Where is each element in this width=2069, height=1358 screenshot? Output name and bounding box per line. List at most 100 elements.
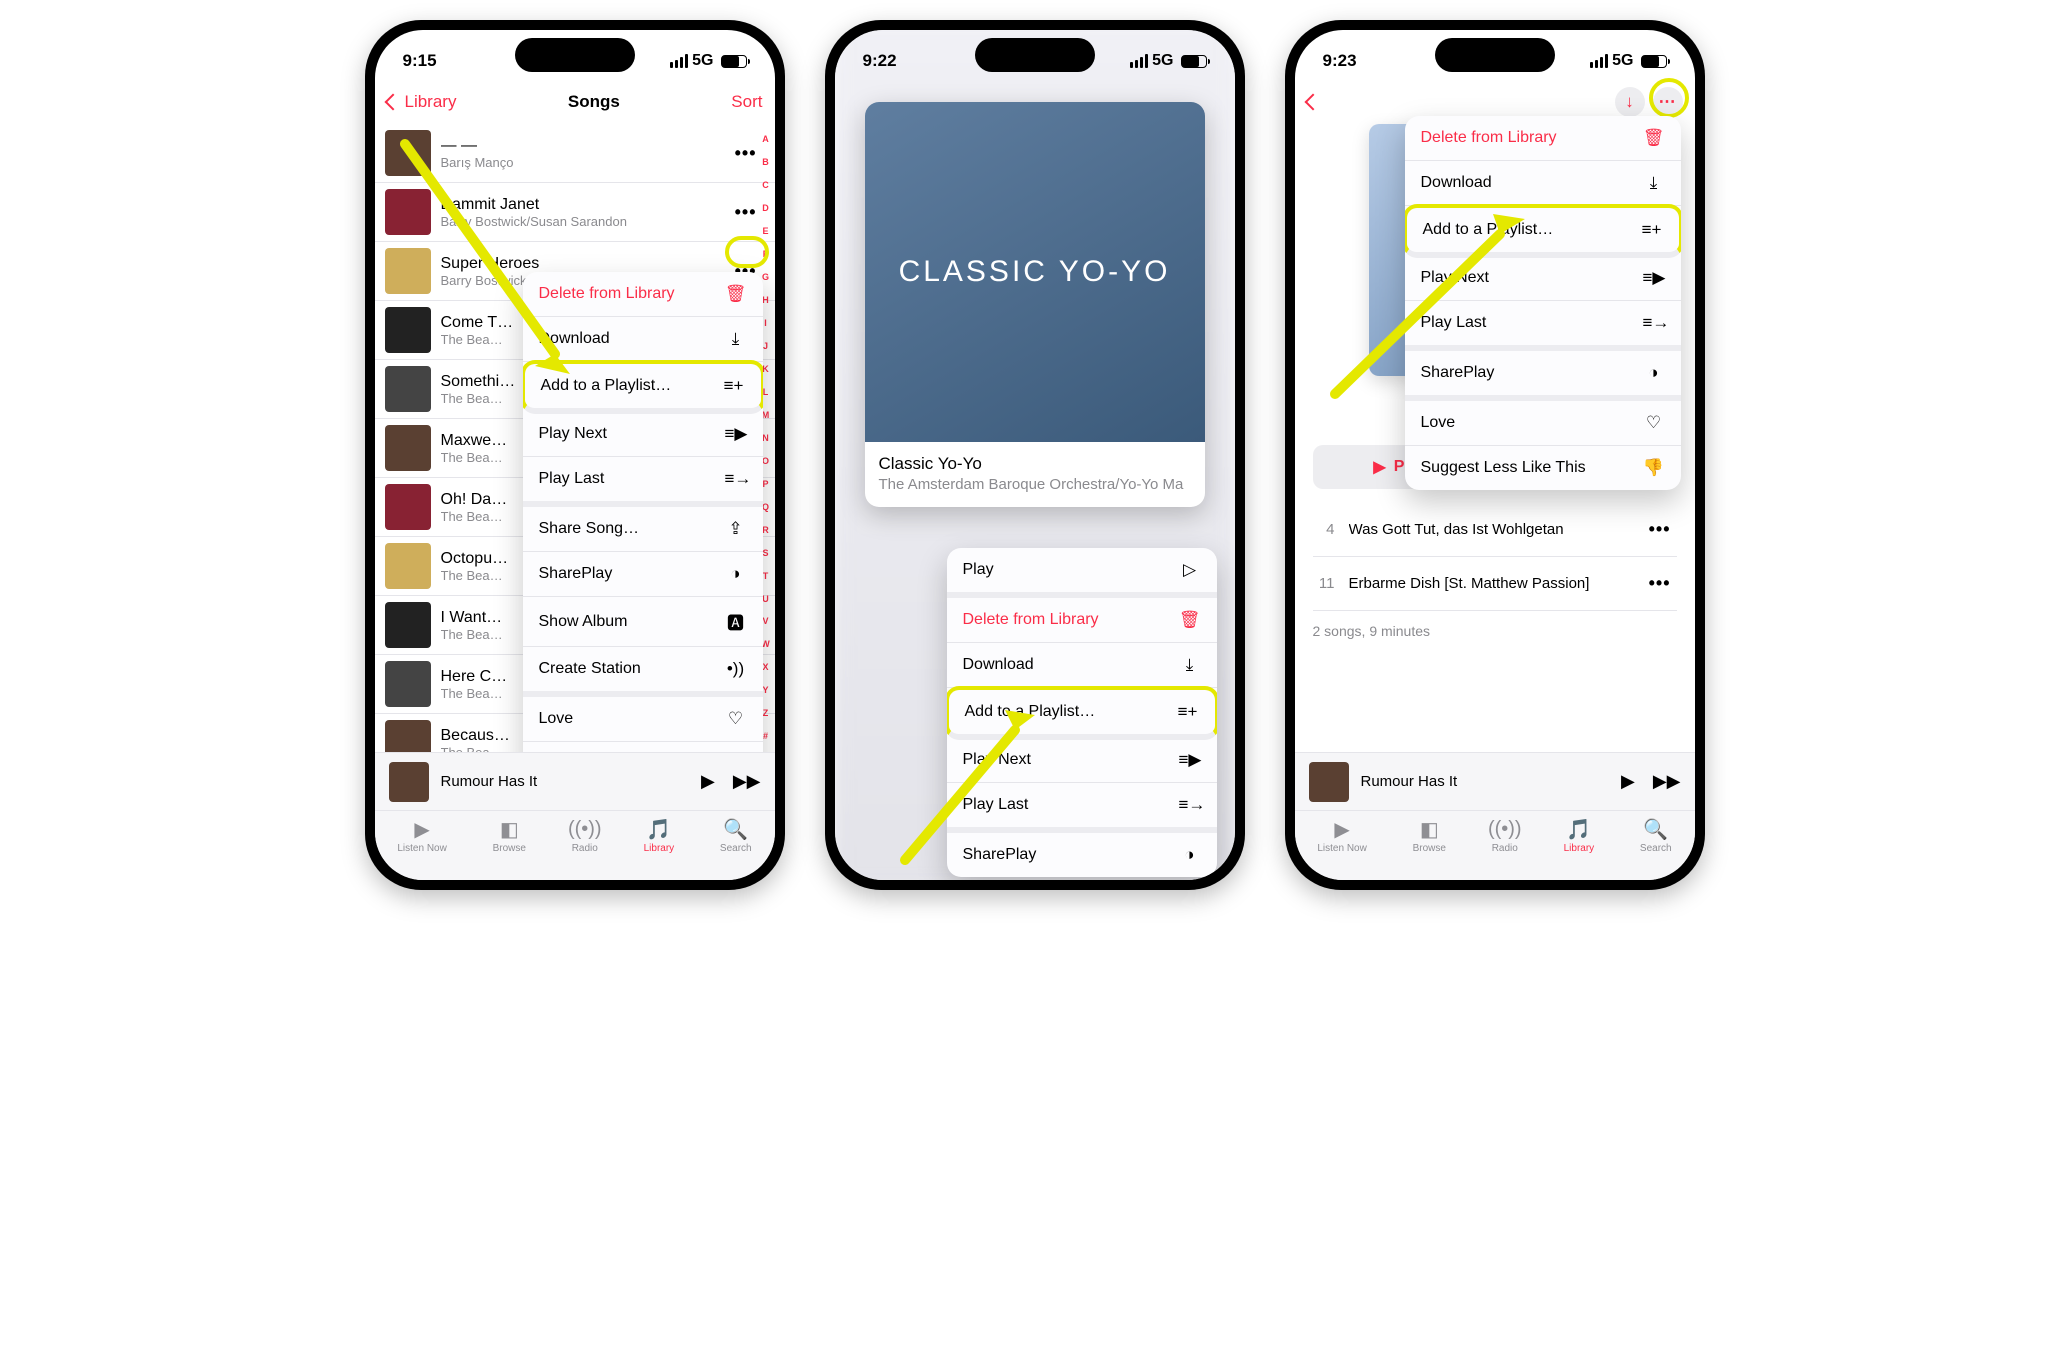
more-button[interactable]: ••• — [729, 139, 763, 168]
phone-1: 9:15 5G Library Songs Sort — — Barış Man… — [365, 20, 785, 890]
now-playing-title: Rumour Has It — [441, 773, 689, 790]
album-preview-card[interactable]: CLASSIC YO-YO Classic Yo-Yo The Amsterda… — [865, 102, 1205, 507]
index-letter[interactable]: E — [759, 226, 773, 236]
tab-radio[interactable]: ((•))Radio — [1492, 817, 1518, 854]
annotation-arrow — [1315, 194, 1545, 414]
play-next-icon: ≡▶ — [1179, 750, 1201, 770]
tab-search[interactable]: 🔍 Search — [720, 817, 752, 854]
now-playing-art — [1309, 762, 1349, 802]
screen-title: Songs — [568, 92, 620, 112]
tab-library[interactable]: 🎵 Library — [1564, 817, 1595, 854]
tab-radio[interactable]: ((•))Radio — [572, 817, 598, 854]
more-button[interactable]: ••• — [1643, 569, 1677, 598]
heart-icon: ♡ — [1643, 413, 1665, 433]
back-button[interactable]: Library — [387, 92, 457, 112]
track-row[interactable]: 4Was Gott Tut, das Ist Wohlgetan••• — [1313, 503, 1677, 557]
battery-icon — [1641, 55, 1667, 68]
album-art — [385, 425, 431, 471]
tab-library[interactable]: 🎵Library — [644, 817, 675, 854]
menu-item-album[interactable]: Show Album🅰 — [523, 597, 763, 647]
tab-label: Radio — [572, 843, 598, 854]
tab-listen-now[interactable]: ▶ Listen Now — [397, 817, 446, 854]
now-playing-art — [389, 762, 429, 802]
chevron-left-icon — [1304, 94, 1321, 111]
now-playing-bar[interactable]: Rumour Has It ▶ ▶▶ — [1295, 752, 1695, 810]
menu-item-thumbs-down[interactable]: Suggest Less Like This👎 — [523, 742, 763, 752]
tab-label: Search — [720, 843, 752, 854]
tab-search[interactable]: 🔍Search — [1640, 817, 1672, 854]
forward-icon[interactable]: ▶▶ — [733, 771, 761, 792]
chevron-left-icon — [384, 94, 401, 111]
tab-icon: 🔍 — [1644, 817, 1668, 841]
shareplay-icon: ◑ — [1179, 845, 1201, 865]
menu-item-play-last[interactable]: Play Last ≡→ — [523, 457, 763, 507]
phone-3: 9:23 5G ↓ ⋯ The Amsterd… Clas… ▶ Play — [1285, 20, 1705, 890]
tab-label: Library — [1564, 843, 1595, 854]
status-time: 9:23 — [1323, 51, 1357, 71]
menu-label: Play Last — [539, 470, 605, 488]
index-letter[interactable]: B — [759, 157, 773, 167]
tab-browse[interactable]: ◧Browse — [1413, 817, 1446, 854]
track-row[interactable]: 11Erbarme Dish [St. Matthew Passion]••• — [1313, 557, 1677, 611]
tab-label: Listen Now — [397, 843, 446, 854]
signal-icon — [1130, 54, 1148, 68]
index-letter[interactable]: D — [759, 203, 773, 213]
track-number: 4 — [1313, 521, 1335, 538]
more-button[interactable]: ••• — [1643, 515, 1677, 544]
annotation-highlight-more — [1649, 78, 1689, 118]
sort-button[interactable]: Sort — [731, 92, 762, 112]
station-icon: •)) — [725, 659, 747, 679]
share-icon: ⇪ — [725, 519, 747, 539]
menu-item-station[interactable]: Create Station•)) — [523, 647, 763, 697]
menu-item-play-next[interactable]: Play Next≡▶ — [523, 412, 763, 457]
play-icon: ▷ — [1179, 560, 1201, 580]
signal-icon — [670, 54, 688, 68]
menu-label: Show Album — [539, 613, 628, 631]
playlist-add-icon: ≡+ — [1641, 220, 1663, 240]
tab-listen-now[interactable]: ▶Listen Now — [1317, 817, 1366, 854]
menu-label: Suggest Less Like This — [1421, 459, 1586, 477]
menu-item-thumbs-down[interactable]: Suggest Less Like This👎 — [1405, 446, 1681, 490]
tab-icon: 🔍 — [724, 817, 748, 841]
menu-label: Love — [1421, 414, 1456, 432]
menu-item-share[interactable]: Share Song… ⇪ — [523, 507, 763, 552]
forward-icon[interactable]: ▶▶ — [1653, 771, 1681, 792]
status-time: 9:15 — [403, 51, 437, 71]
tab-label: Listen Now — [1317, 843, 1366, 854]
track-number: 11 — [1313, 575, 1335, 592]
album-art — [385, 484, 431, 530]
menu-label: Play Next — [539, 425, 607, 443]
album-art — [385, 720, 431, 752]
download-button[interactable]: ↓ — [1615, 87, 1645, 117]
more-button[interactable]: ••• — [729, 198, 763, 227]
back-label: Library — [405, 92, 457, 112]
play-icon[interactable]: ▶ — [1621, 771, 1635, 792]
index-letter[interactable]: F — [759, 249, 773, 259]
album-art — [385, 602, 431, 648]
now-playing-bar[interactable]: Rumour Has It ▶ ▶▶ — [375, 752, 775, 810]
tab-icon: 🎵 — [1567, 817, 1591, 841]
network-label: 5G — [1152, 52, 1173, 70]
menu-label: Love — [539, 710, 574, 728]
trash-icon: 🗑 — [1179, 610, 1201, 630]
menu-item-trash[interactable]: Delete from Library🗑 — [1405, 116, 1681, 161]
status-time: 9:22 — [863, 51, 897, 71]
tab-icon: ▶ — [410, 817, 434, 841]
album-art — [385, 543, 431, 589]
signal-icon — [1590, 54, 1608, 68]
index-letter[interactable]: A — [759, 134, 773, 144]
index-letter[interactable]: C — [759, 180, 773, 190]
play-icon[interactable]: ▶ — [701, 771, 715, 792]
menu-label: Share Song… — [539, 520, 640, 538]
play-last-icon: ≡→ — [725, 469, 747, 489]
menu-item-play[interactable]: Play▷ — [947, 548, 1217, 598]
tab-bar: ▶Listen Now ◧Browse ((•))Radio 🎵 Library 🔍Sea… — [1295, 810, 1695, 880]
menu-item-trash[interactable]: Delete from Library 🗑 — [947, 598, 1217, 643]
network-label: 5G — [1612, 52, 1633, 70]
menu-item-shareplay[interactable]: SharePlay◑ — [523, 552, 763, 597]
menu-item-heart[interactable]: Love♡ — [523, 697, 763, 742]
tab-browse[interactable]: ◧Browse — [493, 817, 526, 854]
album-title: Classic Yo-Yo — [879, 454, 1191, 474]
menu-label: Delete from Library — [963, 611, 1099, 629]
back-button[interactable] — [1307, 96, 1319, 108]
